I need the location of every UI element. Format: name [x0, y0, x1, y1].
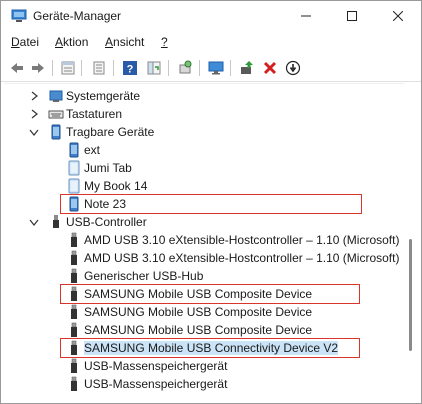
menu-help[interactable]: ?: [161, 35, 168, 49]
tree-device[interactable]: USB-Massenspeichergerät: [4, 357, 404, 375]
usb-plug-icon: [71, 232, 77, 247]
menu-ansicht[interactable]: Ansicht: [105, 35, 144, 49]
tree-item-label: Tragbare Geräte: [66, 125, 155, 139]
tree-item-label: SAMSUNG Mobile USB Composite Device: [84, 323, 313, 337]
tree-category[interactable]: Systemgeräte: [4, 87, 404, 105]
tree-category[interactable]: Tastaturen: [4, 105, 404, 123]
usb-plug-icon: [71, 268, 77, 283]
back-button[interactable]: [7, 58, 27, 78]
tree-item-label: USB-Massenspeichergerät: [84, 377, 228, 391]
tree-device[interactable]: SAMSUNG Mobile USB Composite Device: [4, 321, 404, 339]
window-title: Geräte-Manager: [33, 9, 122, 23]
maximize-icon: [347, 11, 357, 21]
usb-plug-icon: [71, 376, 77, 391]
toolbar-separator: [52, 60, 53, 76]
portable-device-icon: [51, 124, 61, 140]
toolbar-separator: [199, 60, 200, 76]
uninstall-button[interactable]: [260, 58, 280, 78]
device-manager-app-icon: [11, 9, 27, 23]
chevron-down-icon[interactable]: [28, 216, 40, 228]
tree-device[interactable]: Jumi Tab: [4, 159, 404, 177]
tree-item-label: USB-Massenspeichergerät: [84, 359, 228, 373]
tree-device[interactable]: AMD USB 3.10 eXtensible-Hostcontroller –…: [4, 231, 404, 249]
enable-driver-button[interactable]: [237, 58, 257, 78]
usb-plug-icon: [71, 304, 77, 319]
device-manager-window: Geräte-Manager Datei Aktion Ansicht ? ? …: [0, 0, 422, 404]
update-view-button[interactable]: [144, 58, 164, 78]
close-button[interactable]: [375, 1, 421, 31]
highlight-box: [60, 194, 362, 214]
tree-category[interactable]: USB-Controller: [4, 213, 404, 231]
back-icon: [11, 63, 23, 73]
tree-scrollbar-thumb[interactable]: [409, 239, 412, 351]
tree-item-label: Systemgeräte: [66, 89, 141, 103]
forward-button[interactable]: [28, 58, 48, 78]
maximize-button[interactable]: [329, 1, 375, 31]
help-button[interactable]: ?: [120, 58, 140, 78]
svg-text:?: ?: [127, 64, 134, 76]
disable-button[interactable]: [283, 58, 303, 78]
chevron-down-icon[interactable]: [28, 126, 40, 138]
tree-device[interactable]: USB-Massenspeichergerät: [4, 375, 404, 393]
tree-item-label: USB-Controller: [66, 215, 147, 229]
tree-item-label: SAMSUNG Mobile USB Composite Device: [84, 305, 313, 319]
tablet-icon: [68, 160, 80, 176]
tree-item-label: AMD USB 3.10 eXtensible-Hostcontroller –…: [84, 251, 400, 265]
toolbar-separator: [81, 60, 82, 76]
show-hidden-button[interactable]: [89, 58, 109, 78]
tree-item-label: Jumi Tab: [84, 161, 132, 175]
tree-device[interactable]: SAMSUNG Mobile USB Composite Device: [4, 303, 404, 321]
tree-category[interactable]: Tragbare Geräte: [4, 123, 404, 141]
chevron-right-icon[interactable]: [28, 108, 40, 120]
keyboard-icon: [48, 110, 64, 119]
close-icon: [393, 11, 403, 21]
uninstall-icon: [263, 61, 277, 75]
usb-plug-icon: [71, 322, 77, 337]
disable-icon: [285, 60, 301, 76]
usb-icon: [53, 215, 59, 228]
usb-plug-icon: [71, 250, 77, 265]
toolbar: ?: [1, 54, 421, 82]
portable-device-icon: [69, 142, 79, 158]
monitor-button[interactable]: [206, 58, 226, 78]
properties-icon: [61, 61, 75, 75]
system-icon: [49, 90, 63, 102]
tree-device[interactable]: AMD USB 3.10 eXtensible-Hostcontroller –…: [4, 249, 404, 267]
properties-button[interactable]: [58, 58, 78, 78]
device-tree[interactable]: Systemgeräte Tastaturen Tragbare Geräte ext…: [4, 83, 404, 401]
toolbar-separator: [230, 60, 231, 76]
tree-device[interactable]: My Book 14: [4, 177, 404, 195]
usb-plug-icon: [71, 358, 77, 373]
update-view-icon: [147, 61, 161, 75]
enable-driver-icon: [241, 61, 253, 74]
tree-item-label: Generischer USB-Hub: [84, 269, 204, 283]
menu-bar: Datei Aktion Ansicht ?: [1, 32, 421, 52]
highlight-box: [60, 338, 360, 358]
menu-datei[interactable]: Datei: [11, 35, 39, 49]
chevron-right-icon[interactable]: [28, 90, 40, 102]
tree-item-label: Tastaturen: [66, 107, 123, 121]
menu-aktion[interactable]: Aktion: [55, 35, 88, 49]
monitor-icon: [208, 61, 224, 75]
forward-icon: [32, 63, 44, 73]
tree-item-label: ext: [84, 143, 101, 157]
title-bar[interactable]: Geräte-Manager: [1, 1, 421, 31]
scan-hardware-button[interactable]: [175, 58, 195, 78]
tree-item-label: AMD USB 3.10 eXtensible-Hostcontroller –…: [84, 233, 400, 247]
minimize-icon: [301, 15, 311, 17]
minimize-button[interactable]: [283, 1, 329, 31]
highlight-box: [60, 284, 360, 304]
show-hidden-icon: [93, 61, 105, 75]
tablet-icon: [68, 178, 80, 194]
toolbar-separator: [168, 60, 169, 76]
help-icon: ?: [123, 61, 137, 76]
tree-device[interactable]: ext: [4, 141, 404, 159]
scan-hardware-icon: [179, 60, 192, 74]
tree-device[interactable]: Generischer USB-Hub: [4, 267, 404, 285]
tree-item-label: My Book 14: [84, 179, 148, 193]
toolbar-separator: [113, 60, 114, 76]
